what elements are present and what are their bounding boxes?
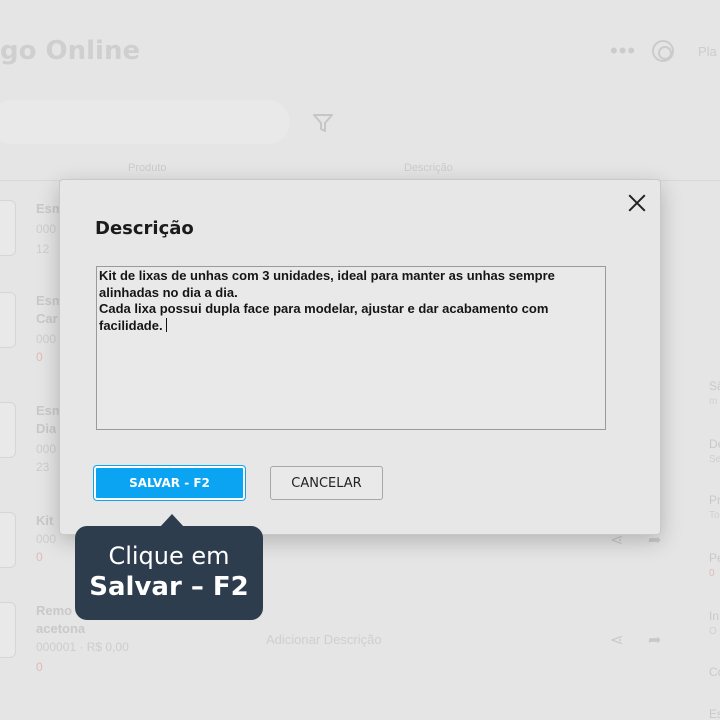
product-code: 000: [36, 532, 57, 546]
side-item[interactable]: Pe0: [709, 550, 720, 582]
product-stock: 0: [36, 660, 43, 674]
product-stock: 23: [36, 460, 50, 474]
modal-title: Descrição: [95, 218, 194, 239]
add-description-link[interactable]: Adicionar Descrição: [266, 632, 382, 647]
tooltip-arrow: [160, 514, 184, 527]
product-code: 000: [36, 222, 57, 236]
product-thumbnail: [0, 402, 16, 458]
product-code: 000001 · R$ 0,00: [36, 640, 129, 654]
product-stock: 0: [36, 350, 43, 364]
search-input[interactable]: [0, 100, 290, 144]
product-thumbnail: [0, 292, 16, 348]
side-item[interactable]: Sãm: [709, 378, 720, 410]
filter-icon[interactable]: [312, 112, 334, 134]
side-item[interactable]: Co: [709, 664, 720, 680]
product-stock: 0: [36, 550, 43, 564]
side-item[interactable]: DeSe: [709, 436, 720, 468]
side-item[interactable]: Es: [709, 706, 720, 720]
more-options-icon[interactable]: •••: [610, 38, 636, 64]
description-modal: Descrição Kit de lixas de unhas com 3 un…: [59, 179, 661, 535]
cancel-button[interactable]: CANCELAR: [270, 466, 383, 500]
plan-label[interactable]: Pla: [698, 44, 717, 59]
tutorial-tooltip: Clique em Salvar – F2: [75, 514, 263, 620]
tooltip-line2: Salvar – F2: [89, 572, 249, 602]
product-code: 000: [36, 442, 57, 456]
save-button[interactable]: SALVAR - F2: [94, 466, 245, 500]
app-title: go Online: [0, 36, 141, 66]
share-icon[interactable]: ⋖: [610, 630, 623, 650]
product-code: 000: [36, 332, 57, 346]
side-item[interactable]: In O: [709, 608, 719, 640]
description-text: Kit de lixas de unhas com 3 unidades, id…: [99, 268, 555, 333]
side-item[interactable]: Pr To: [709, 492, 720, 524]
product-stock: 12: [36, 242, 50, 256]
close-icon[interactable]: [626, 192, 648, 214]
tooltip-line1: Clique em: [108, 542, 230, 570]
product-thumbnail: [0, 200, 16, 256]
product-thumbnail: [0, 602, 16, 658]
forward-icon[interactable]: ➦: [648, 630, 661, 650]
description-textarea[interactable]: Kit de lixas de unhas com 3 unidades, id…: [96, 266, 606, 430]
text-caret: [165, 317, 167, 332]
help-icon[interactable]: [652, 40, 674, 62]
product-thumbnail: [0, 512, 16, 568]
